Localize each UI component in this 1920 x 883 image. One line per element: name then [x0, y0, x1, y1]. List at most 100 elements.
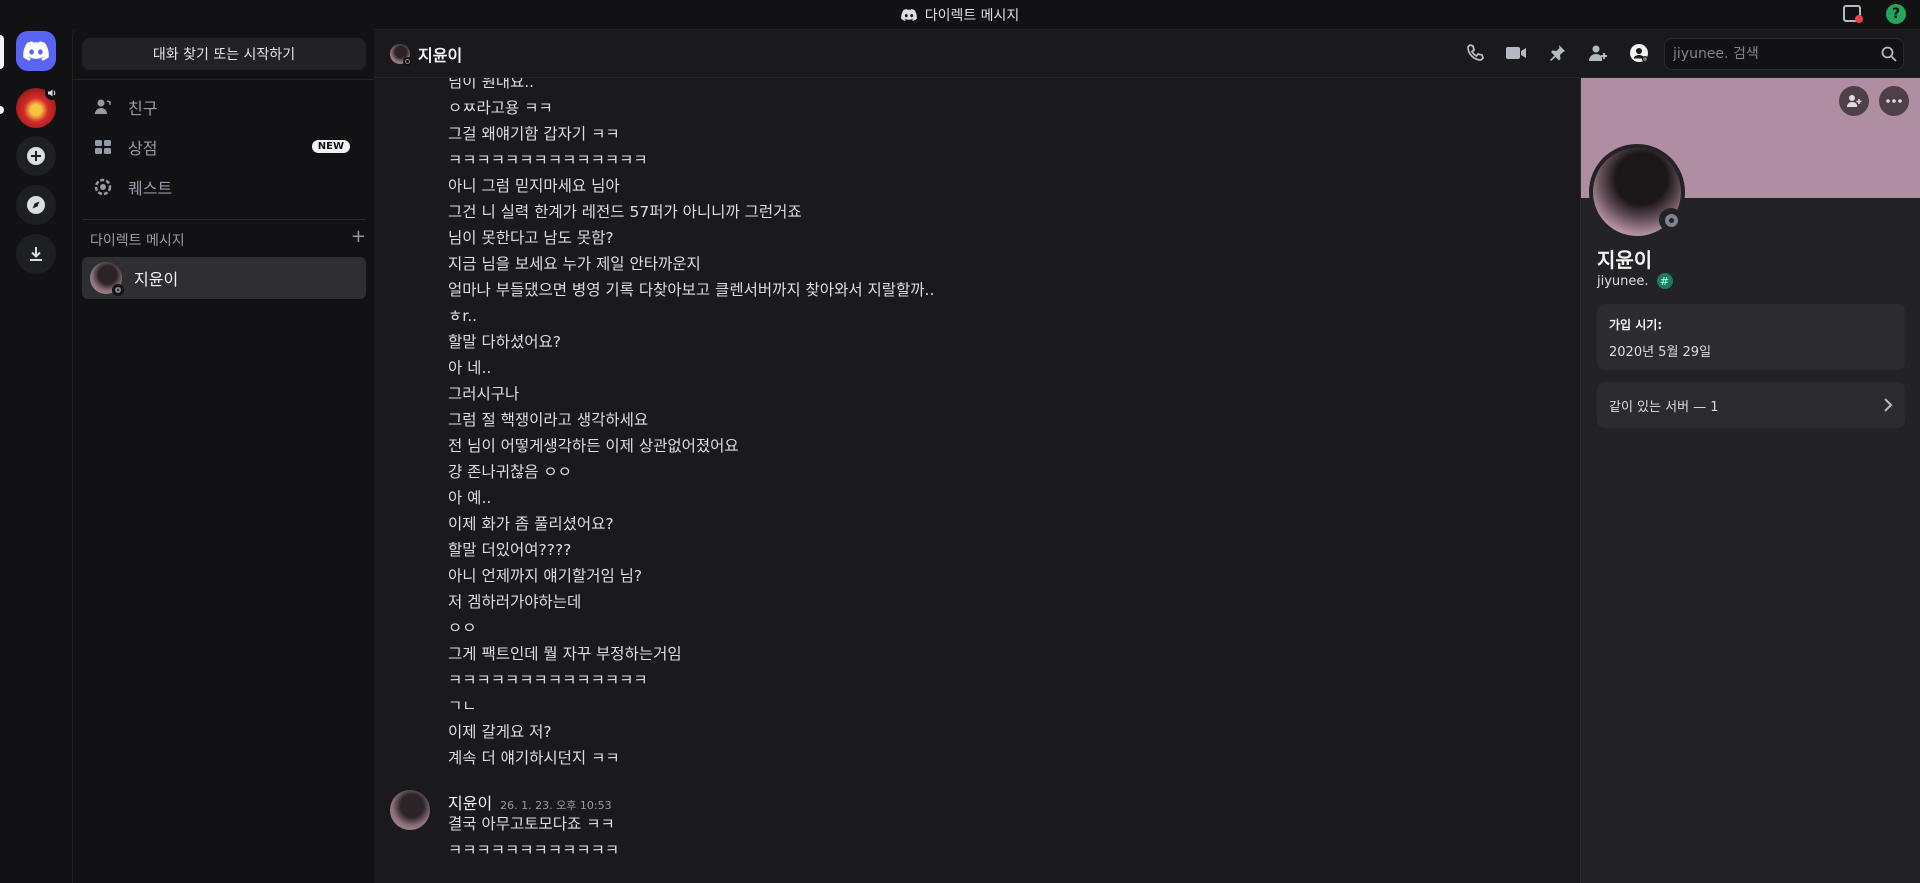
message-line: 아 예..	[448, 489, 492, 507]
pin-icon[interactable]	[1546, 42, 1568, 64]
new-badge: NEW	[311, 140, 350, 153]
title-bar: 다이렉트 메시지 ?	[0, 0, 1920, 29]
server-unread-indicator	[0, 106, 4, 114]
message-line: 그러시구나	[448, 385, 520, 403]
sidebar-item-quests[interactable]: 퀘스트	[82, 168, 366, 206]
message-line: 그걸 왜얘기함 갑자기 ㅋㅋ	[448, 125, 620, 143]
speaker-icon	[45, 86, 59, 100]
message-line: 지금 님을 보세요 누가 제일 안타까운지	[448, 255, 701, 273]
message-list: 님이 원내요.. ㅇㅉ라고용 ㅋㅋ 그걸 왜얘기함 갑자기 ㅋㅋ ㅋㅋㅋㅋㅋㅋㅋ…	[374, 78, 1580, 883]
message-line: 결국 아무고토모다죠 ㅋㅋ	[448, 815, 615, 833]
profile-display-name: 지윤이	[1597, 248, 1653, 272]
message-line: 이제 화가 좀 풀리셨어요?	[448, 515, 614, 533]
create-dm-plus-icon[interactable]: +	[351, 228, 366, 250]
hash-badge-icon: #	[1656, 273, 1673, 289]
window-title: 다이렉트 메시지	[900, 5, 1020, 25]
chevron-right-icon	[1884, 398, 1893, 412]
dm-section-title: 다이렉트 메시지	[90, 233, 185, 249]
sidebar-item-shop[interactable]: 상점 NEW	[82, 128, 366, 166]
home-button[interactable]	[16, 31, 56, 71]
message-line: ㅋㅋㅋㅋㅋㅋㅋㅋㅋㅋㅋㅋ	[448, 841, 620, 859]
message-line: 님이 원내요..	[448, 78, 535, 91]
shop-icon	[92, 136, 114, 158]
message-line: 할말 다하셨어요?	[448, 333, 561, 351]
discord-logo-icon	[900, 8, 917, 21]
message-timestamp: 26. 1. 23. 오후 10:53	[500, 799, 612, 812]
add-friend-button[interactable]	[1839, 86, 1869, 116]
home-selected-indicator	[0, 35, 4, 69]
message-line: 그럼 절 핵쟁이라고 생각하세요	[448, 411, 649, 429]
mutual-servers-button[interactable]: 같이 있는 서버 — 1	[1597, 382, 1905, 428]
message-line: 저 겜하러가야하는데	[448, 593, 582, 611]
message-line: 그건 니 실력 한계가 레전드 57퍼가 아니니까 그런거죠	[448, 203, 802, 221]
inbox-icon[interactable]	[1842, 3, 1864, 25]
avatar	[390, 44, 412, 66]
profile-username-row: jiyunee. #	[1597, 273, 1673, 289]
add-server-button[interactable]	[16, 136, 56, 176]
member-since-label: 가입 시기:	[1609, 318, 1663, 332]
discord-logo-icon	[23, 41, 49, 61]
user-profile-panel: 지윤이 jiyunee. # 가입 시기: 2020년 5월 29일 같이 있는…	[1580, 78, 1920, 883]
quest-icon	[92, 176, 114, 198]
plus-circle-icon	[27, 147, 45, 165]
download-icon	[30, 247, 42, 261]
discover-button[interactable]	[16, 185, 56, 225]
more-icon	[1886, 99, 1902, 103]
message-line: ㅋㅋㅋㅋㅋㅋㅋㅋㅋㅋㅋㅋㅋㅋ	[448, 671, 648, 689]
window-title-text: 다이렉트 메시지	[924, 7, 1020, 24]
message-line: 걍 존나귀찮음 ㅇㅇ	[448, 463, 572, 481]
search-box[interactable]	[1664, 38, 1904, 70]
compass-icon	[27, 196, 45, 214]
add-friends-to-dm-icon[interactable]	[1587, 42, 1609, 64]
add-friend-icon	[1847, 95, 1862, 107]
message-line: 계속 더 얘기하시던지 ㅋㅋ	[448, 749, 620, 767]
dm-item-selected[interactable]: 지윤이	[82, 257, 366, 299]
message-line: ㄱㄴ	[448, 697, 477, 715]
avatar[interactable]	[390, 790, 430, 830]
user-profile-toggle-icon[interactable]	[1628, 42, 1650, 64]
chat-header: 지윤이	[374, 29, 1920, 78]
offline-status-icon	[1659, 208, 1683, 232]
video-call-icon[interactable]	[1505, 42, 1527, 64]
message-line: ㅇㅇ	[448, 619, 477, 637]
message-line: 아 네..	[448, 359, 492, 377]
profile-username: jiyunee.	[1597, 273, 1649, 289]
help-icon[interactable]: ?	[1886, 4, 1906, 24]
sidebar-item-friends[interactable]: 친구	[82, 88, 366, 126]
dm-item-name: 지윤이	[134, 270, 179, 289]
message-line: ㅎr..	[448, 307, 478, 325]
avatar	[90, 262, 124, 296]
server-icon[interactable]	[16, 86, 59, 128]
message-line: 그게 팩트인데 뭘 자꾸 부정하는거임	[448, 645, 682, 663]
dm-section-header: 다이렉트 메시지 +	[90, 228, 366, 250]
sidebar-item-label: 퀘스트	[128, 179, 173, 198]
message-line: 전 님이 어떻게생각하든 이제 상관없어졌어요	[448, 437, 739, 455]
sidebar-item-label: 상점	[128, 139, 158, 158]
find-conversation-button[interactable]: 대화 찾기 또는 시작하기	[82, 38, 366, 70]
message-line: 아니 언제까지 얘기할거임 님?	[448, 567, 643, 585]
message-line: ㅋㅋㅋㅋㅋㅋㅋㅋㅋㅋㅋㅋㅋㅋ	[448, 151, 648, 169]
message-line: 님이 못한다고 남도 못함?	[448, 229, 614, 247]
chat-title: 지윤이	[418, 46, 463, 65]
sidebar-divider	[82, 219, 366, 220]
sidebar-divider	[73, 79, 375, 80]
message-line: 이제 갈게요 저?	[448, 723, 552, 741]
message-line: ㅇㅉ라고용 ㅋㅋ	[448, 99, 553, 117]
message-line: 얼마나 부들댔으면 병영 기록 다찾아보고 클렌서버까지 찾아와서 지랄할까..	[448, 281, 935, 299]
offline-status-icon	[112, 284, 124, 296]
message-line: 할말 더있어여????	[448, 541, 572, 559]
mutual-servers-label: 같이 있는 서버 — 1	[1609, 399, 1719, 415]
message-author[interactable]: 지윤이	[448, 790, 492, 814]
offline-status-icon	[403, 57, 412, 66]
member-since-card: 가입 시기: 2020년 5월 29일	[1597, 304, 1905, 370]
friends-icon	[92, 96, 114, 118]
more-options-button[interactable]	[1879, 86, 1909, 116]
member-since-value: 2020년 5월 29일	[1609, 345, 1712, 360]
message-line: 아니 그럼 믿지마세요 님아	[448, 177, 620, 195]
voice-call-icon[interactable]	[1464, 42, 1486, 64]
search-icon	[1881, 46, 1897, 62]
sidebar-item-label: 친구	[128, 99, 158, 118]
search-input[interactable]	[1673, 46, 1873, 62]
dm-sidebar: 대화 찾기 또는 시작하기 친구 상점 NEW 퀘스트 다이렉트 메시지 + 지…	[72, 29, 375, 883]
download-apps-button[interactable]	[16, 234, 56, 274]
